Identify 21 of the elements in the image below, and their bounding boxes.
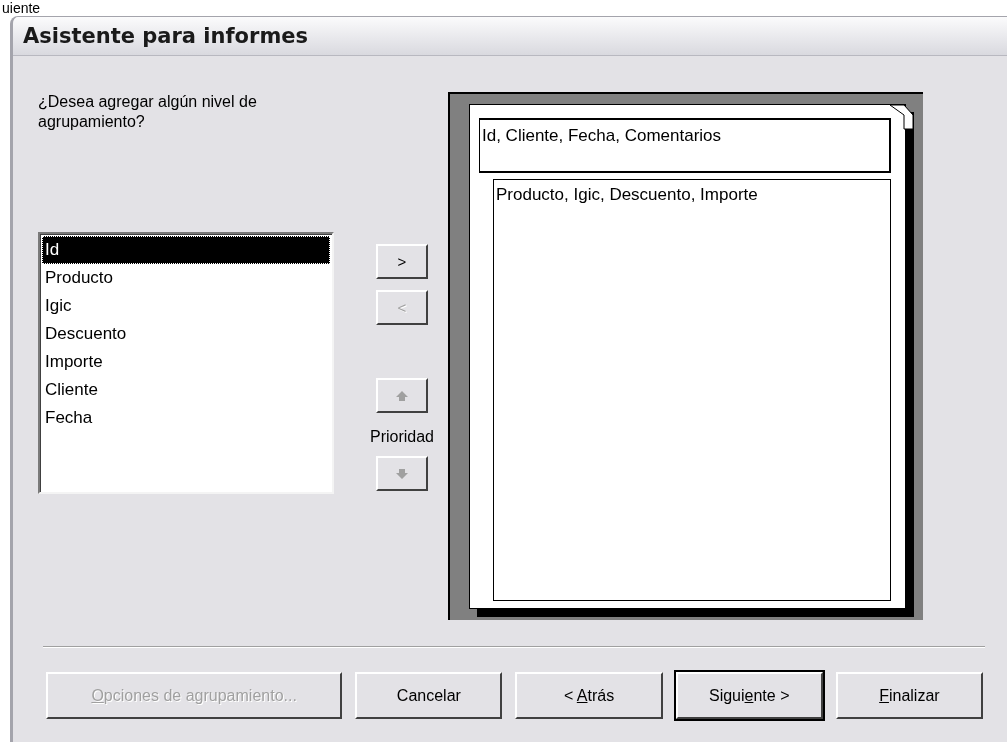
dialog-button[interactable]: Siguiente > xyxy=(675,672,823,719)
arrow-up-icon xyxy=(395,389,409,402)
group-header-box: Id, Cliente, Fecha, Comentarios xyxy=(479,118,891,173)
dialog-button[interactable]: Finalizar xyxy=(835,672,983,719)
question-text: ¿Desea agregar algún nivel de agrupamiento? xyxy=(38,92,258,132)
field-list-item[interactable]: Importe xyxy=(42,348,330,376)
field-list-item[interactable]: Id xyxy=(42,236,330,264)
dialog-button[interactable]: Cancelar xyxy=(355,672,503,719)
heading-fragment: uiente xyxy=(1,0,42,16)
field-list-item[interactable]: Fecha xyxy=(42,404,330,432)
window-title: Asistente para informes xyxy=(23,24,308,48)
dialog-button[interactable]: < Atrás xyxy=(515,672,663,719)
move-button[interactable]: > xyxy=(376,244,428,279)
detail-box: Producto, Igic, Descuento, Importe xyxy=(493,179,891,601)
field-list-item[interactable]: Descuento xyxy=(42,320,330,348)
arrow-down-icon xyxy=(395,467,409,480)
field-list-item[interactable]: Igic xyxy=(42,292,330,320)
priority-label: Prioridad xyxy=(370,428,434,446)
field-list-item[interactable]: Cliente xyxy=(42,376,330,404)
field-list-item[interactable]: Producto xyxy=(42,264,330,292)
field-list[interactable]: Id Producto Igic Descuento Importe Cliente Fecha xyxy=(38,232,334,494)
